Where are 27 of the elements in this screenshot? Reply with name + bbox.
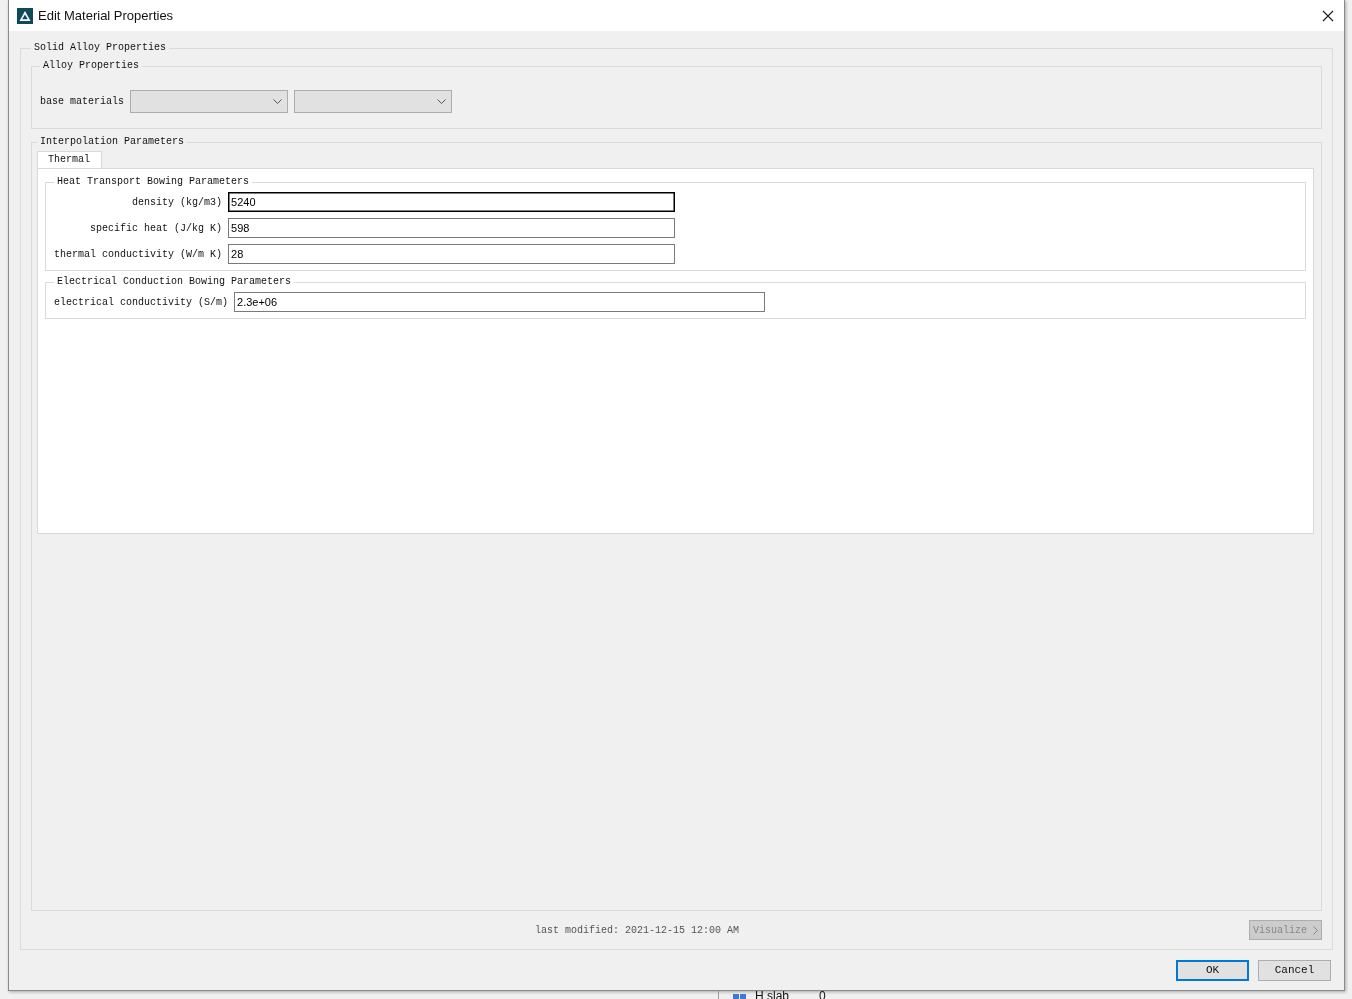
group-title: Electrical Conduction Bowing Parameters	[56, 275, 293, 289]
dialog-button[interactable]: Cancel	[1258, 959, 1331, 981]
group-title: Interpolation Parameters	[39, 135, 186, 149]
chevron-down-icon	[273, 98, 282, 105]
field-label: density (kg/m3)	[131, 196, 223, 208]
field-label: electrical conductivity (S/m)	[54, 296, 229, 308]
triangle-logo-icon	[17, 7, 33, 24]
close-icon[interactable]	[1322, 9, 1334, 22]
chevron-down-icon	[437, 98, 446, 105]
grid-icon	[733, 991, 747, 999]
base-materials-label: base materials	[40, 96, 124, 107]
tab[interactable]: Thermal	[37, 151, 102, 168]
chevron-right-icon	[1313, 925, 1318, 935]
window-title: Edit Material Properties	[38, 8, 175, 23]
last-modified-text: last modified: 2021-12-15 12:00 AM	[534, 924, 739, 936]
list-item-value: 0	[819, 991, 826, 999]
list-item-label: H slab	[755, 991, 789, 999]
input-field[interactable]: 2.3e+06	[234, 292, 766, 312]
dialog-button[interactable]: OK	[1176, 959, 1249, 981]
group-title: Solid Alloy Properties	[33, 41, 168, 55]
group-title: Alloy Properties	[42, 59, 140, 73]
field-label: thermal conductivity (W/m K)	[54, 248, 223, 260]
group-title: Heat Transport Bowing Parameters	[56, 175, 251, 189]
input-field[interactable]: 598	[228, 218, 676, 238]
input-field[interactable]: 28	[228, 244, 676, 264]
field-label: specific heat (J/kg K)	[89, 222, 223, 234]
input-field[interactable]: 5240	[228, 192, 676, 212]
